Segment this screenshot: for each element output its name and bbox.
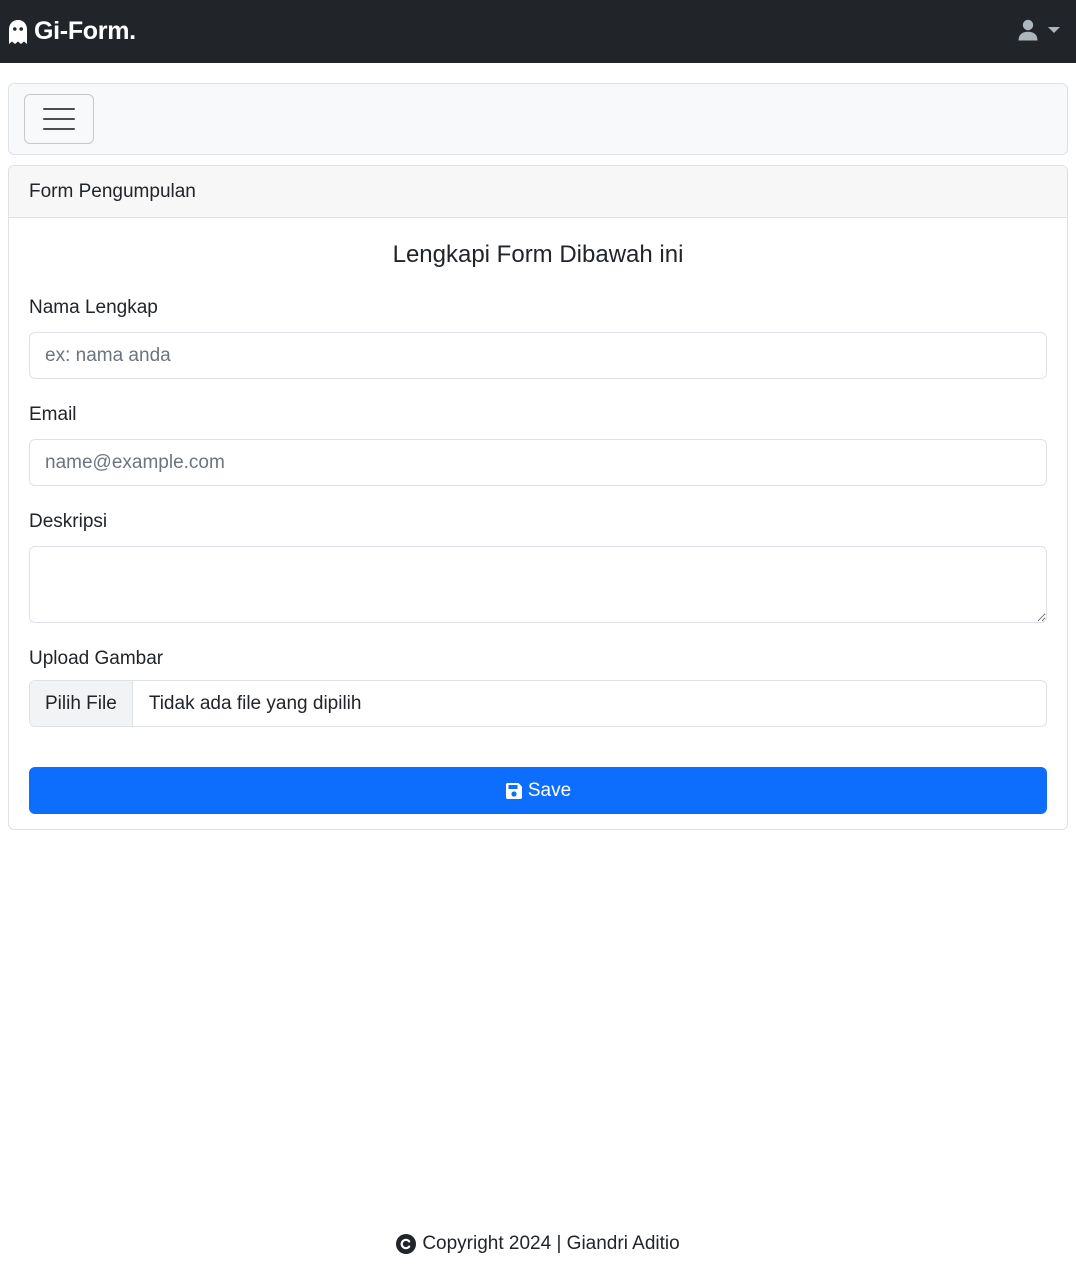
brand-name: Gi-Form. <box>34 17 136 45</box>
name-label: Nama Lengkap <box>29 297 158 318</box>
file-upload-input[interactable]: Pilih File Tidak ada file yang dipilih <box>29 680 1047 727</box>
card-body: Lengkapi Form Dibawah ini Nama Lengkap E… <box>9 240 1067 814</box>
hamburger-icon-line <box>43 108 75 110</box>
top-navbar: Gi-Form. <box>0 0 1076 63</box>
email-label: Email <box>29 404 77 425</box>
page-footer: Copyright 2024 | Giandri Aditio <box>0 1230 1076 1258</box>
sidebar-toolbar <box>8 83 1068 155</box>
user-icon <box>1018 19 1038 41</box>
hamburger-icon-line <box>43 128 75 130</box>
brand-link[interactable]: Gi-Form. <box>8 17 136 46</box>
floppy-disk-icon <box>505 782 522 799</box>
ghost-icon <box>9 19 27 44</box>
save-button[interactable]: Save <box>29 767 1047 814</box>
description-textarea[interactable] <box>29 546 1047 623</box>
form-card: Form Pengumpulan Lengkapi Form Dibawah i… <box>8 165 1068 830</box>
footer-copyright-text: Copyright 2024 | Giandri Aditio <box>422 1233 680 1254</box>
file-status-text: Tidak ada file yang dipilih <box>148 692 362 714</box>
choose-file-button[interactable]: Pilih File <box>30 681 133 726</box>
name-input[interactable] <box>29 332 1047 379</box>
email-input[interactable] <box>29 439 1047 486</box>
copyright-icon <box>396 1234 417 1254</box>
caret-down-icon <box>1048 27 1060 33</box>
card-header: Form Pengumpulan <box>9 166 1067 218</box>
upload-label: Upload Gambar <box>29 648 164 669</box>
menu-toggle-button[interactable] <box>24 94 94 144</box>
form-title: Lengkapi Form Dibawah ini <box>392 241 684 268</box>
description-label: Deskripsi <box>29 511 108 532</box>
hamburger-icon-line <box>43 118 75 120</box>
user-menu-dropdown[interactable] <box>1018 16 1060 44</box>
save-button-label: Save <box>527 779 572 801</box>
